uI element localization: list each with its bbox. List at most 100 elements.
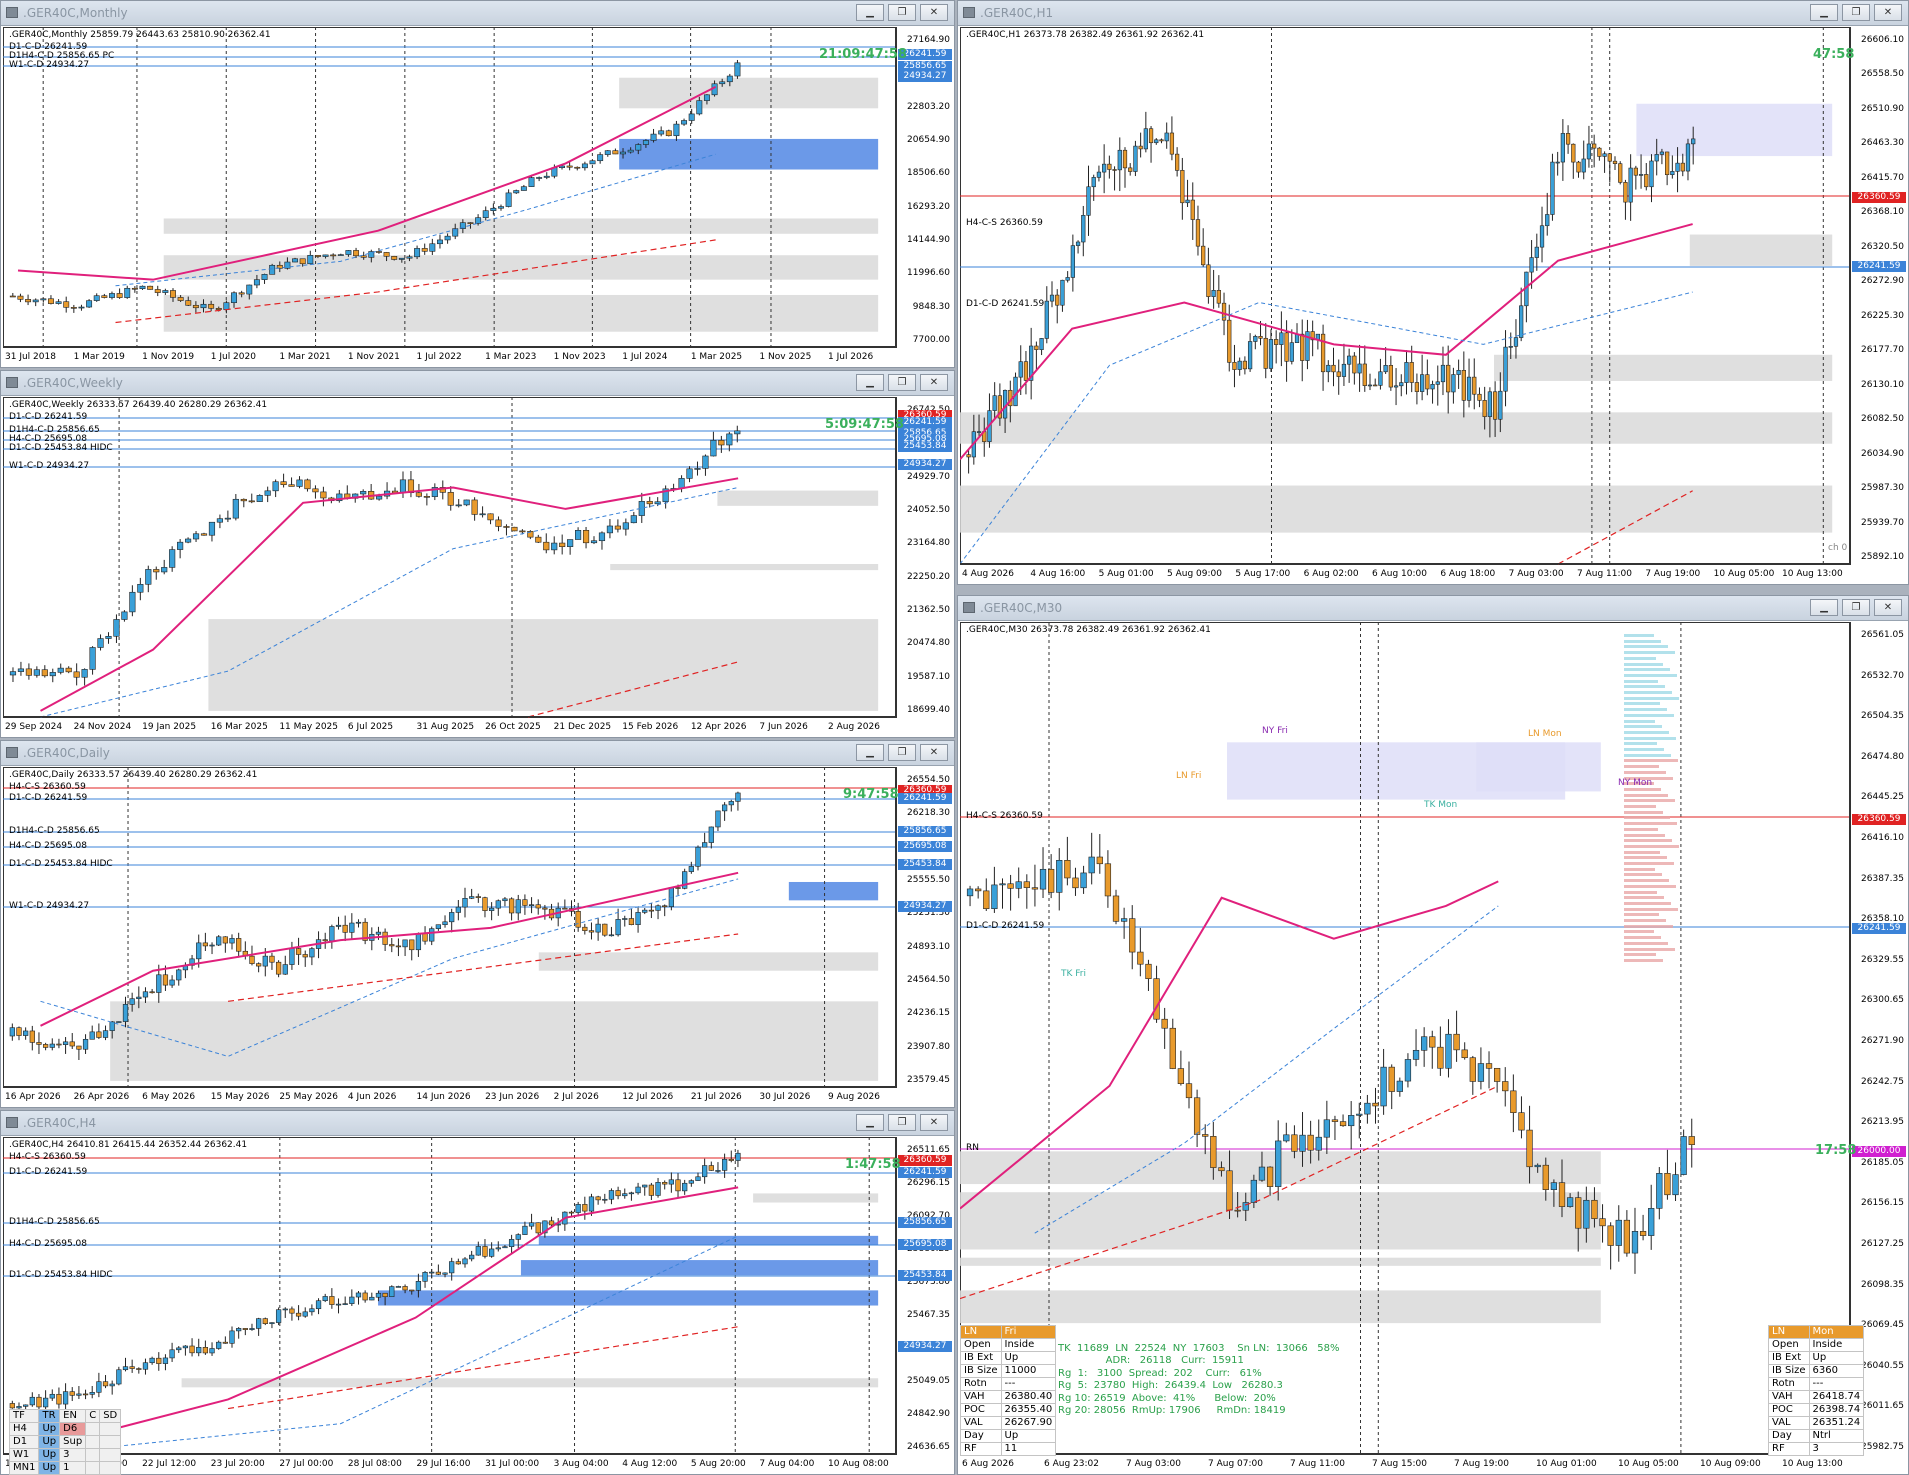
time-tick-label: 16 Apr 2026 [5,1092,61,1102]
tpo-profile-row [1624,941,1668,945]
stat-value: Inside [1000,1338,1057,1352]
tpo-profile-row [1624,919,1666,922]
candle-body [1015,881,1022,889]
candle-body [1466,376,1472,401]
candle-body [17,668,25,672]
tpo-profile-row [1624,822,1677,826]
minimize-button[interactable]: ▁ [856,374,884,391]
session-header-cell: LN [1768,1325,1810,1339]
close-button[interactable]: ✕ [1874,599,1902,616]
maximize-button[interactable]: ❐ [1842,4,1870,21]
title-bar[interactable]: .GER40C,Weekly ▁ ❐ ✕ [1,371,954,396]
time-tick-label: 6 Aug 18:00 [1440,569,1496,579]
candle-body [648,1184,655,1196]
candle-body [355,921,362,924]
candle-body [582,926,588,931]
candle-body [25,668,32,676]
title-bar[interactable]: .GER40C,Monthly ▁ ❐ ✕ [1,1,954,26]
price-axis[interactable]: 26606.10 26558.50 26510.90 26463.30 26415.70… [1849,27,1906,564]
candle-body [1339,1121,1347,1127]
minimize-button[interactable]: ▁ [856,744,884,761]
close-button[interactable]: ✕ [1874,4,1902,21]
candle-body [262,955,268,967]
weekly-chart-area[interactable]: .GER40C,Weekly 26333.57 26439.40 26280.2… [3,397,952,735]
candle-body [1185,199,1190,204]
zone-box [1636,103,1833,157]
minimize-button[interactable]: ▁ [1810,599,1838,616]
candle-body [1289,342,1294,362]
price-axis[interactable]: 26511.6526296.1526092.7025880.2525673.80… [895,1137,952,1454]
candle-body [9,671,17,676]
time-axis[interactable]: 16 Apr 2026 26 Apr 2026 6 May 2026 15 May 2… [3,1086,896,1105]
candle-body [435,1271,442,1275]
title-bar[interactable]: .GER40C,Daily ▁ ❐ ✕ [1,741,954,766]
tpo-profile-row [1624,884,1676,888]
trend-cell: W1 [8,1448,40,1462]
daily-chart-area[interactable]: .GER40C,Daily 26333.57 26439.40 26280.29… [3,767,952,1105]
candle-body [1623,182,1628,203]
minimize-button[interactable]: ▁ [856,4,884,21]
price-tick-label: 24842.90 [907,1409,950,1419]
candle-body [1169,1027,1176,1069]
trend-cell [99,1435,122,1449]
candle-body [329,1296,335,1305]
price-tick-label: 24564.50 [907,975,950,985]
time-axis[interactable]: 6 Aug 2026 6 Aug 23:02 7 Aug 03:00 7 Aug 07… [960,1453,1850,1472]
time-tick-label: 7 Aug 03:00 [1508,569,1564,579]
candle-body [1545,214,1550,227]
m30-chart-area[interactable]: .GER40C,M30 26373.78 26382.49 26361.92 2… [960,622,1906,1472]
h4-chart-area[interactable]: .GER40C,H4 26410.81 26415.44 26352.44 26… [3,1137,952,1475]
close-button[interactable]: ✕ [920,1114,948,1131]
time-tick-label: 28 Jul 08:00 [347,1459,402,1469]
minimize-button[interactable]: ▁ [1810,4,1838,21]
time-axis[interactable]: 4 Aug 2026 4 Aug 16:00 5 Aug 01:00 5 Aug 09… [960,563,1850,582]
candle-body [236,938,242,952]
candle-body [1618,163,1623,183]
time-tick-label: 5 Aug 20:00 [690,1459,746,1469]
candle-body [1169,132,1175,155]
candle-body [9,1027,15,1037]
level-label: D1-C-D 25453.84 HIDC [9,1270,113,1280]
maximize-button[interactable]: ❐ [888,1114,916,1131]
candle-body [304,479,311,490]
trend-cell [85,1448,101,1462]
tpo-profile-row [1624,651,1675,655]
candle-body [1138,145,1143,150]
h1-chart-area[interactable]: .GER40C,H1 26373.78 26382.49 26361.92 26… [960,27,1906,582]
candle-body [375,1292,382,1298]
candle-body [329,926,335,942]
price-axis[interactable]: 26554.5026218.3025887.7025555.5025231.30… [895,767,952,1087]
maximize-button[interactable]: ❐ [888,744,916,761]
zone-box [619,138,879,170]
close-button[interactable]: ✕ [920,744,948,761]
close-button[interactable]: ✕ [920,4,948,21]
time-tick-label: 1 Mar 2025 [690,352,743,362]
maximize-button[interactable]: ❐ [888,374,916,391]
candle-body [1566,1197,1574,1207]
title-bar[interactable]: .GER40C,M30 ▁ ❐ ✕ [958,596,1908,621]
time-axis[interactable]: 31 Jul 2018 1 Mar 2019 1 Nov 2019 1 Jul 202… [3,346,896,365]
maximize-button[interactable]: ❐ [1842,599,1870,616]
minimize-button[interactable]: ▁ [856,1114,884,1131]
time-axis[interactable]: 19 Jul 202621 Jul 04:0022 Jul 12:0023 Ju… [3,1453,896,1472]
candle-body [63,301,70,308]
title-bar[interactable]: .GER40C,H4 ▁ ❐ ✕ [1,1111,954,1136]
candle-body [1091,177,1096,188]
zone-box [1494,354,1833,381]
candle-body [548,1220,555,1226]
tpo-profile-row [1624,901,1671,905]
title-bar[interactable]: .GER40C,H1 ▁ ❐ ✕ [958,1,1908,26]
candle-body [256,1318,262,1329]
time-axis[interactable]: 29 Sep 2024 24 Nov 2024 19 Jan 2025 16 Mar … [3,716,896,735]
candle-body [185,300,192,306]
time-tick-label: 31 Jul 00:00 [485,1459,540,1469]
time-tick-label: 26 Oct 2025 [485,722,541,732]
zone-box [960,485,1833,533]
time-tick-label: 4 Aug 16:00 [1030,569,1086,579]
maximize-button[interactable]: ❐ [888,4,916,21]
candle-body [1510,1090,1517,1113]
close-button[interactable]: ✕ [920,374,948,391]
monthly-chart-area[interactable]: .GER40C,Monthly 25859.79 26443.63 25810.… [3,27,952,365]
candle-body [1688,1136,1695,1145]
candle-body [1315,1136,1322,1151]
